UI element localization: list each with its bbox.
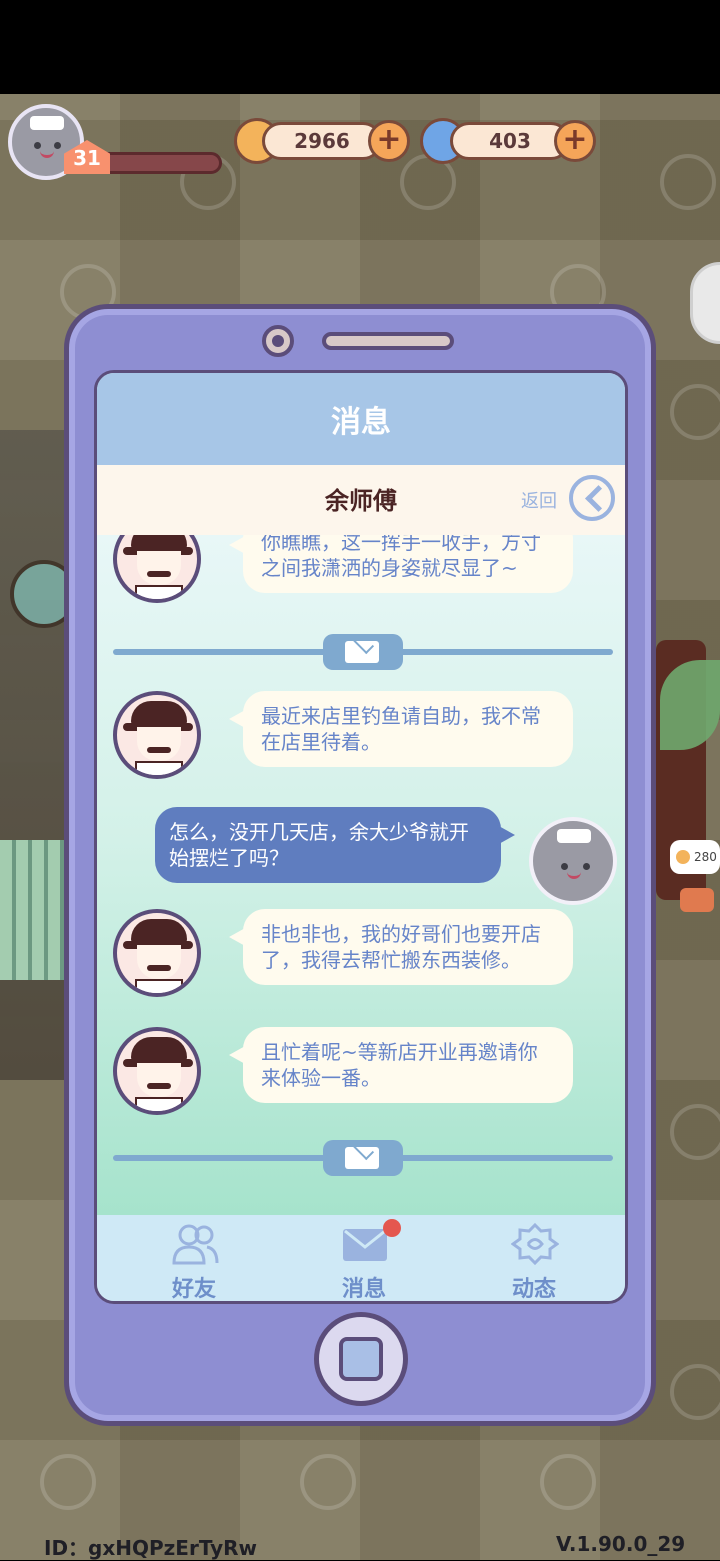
notification-badge [383, 1219, 401, 1237]
level-number: 31 [73, 146, 101, 170]
decor-sun [670, 1104, 720, 1160]
npc-avatar[interactable] [113, 909, 201, 997]
npc-avatar[interactable] [113, 691, 201, 779]
mail-icon [343, 1229, 387, 1261]
cat-mouth [40, 148, 54, 158]
chef-hat-icon [30, 116, 64, 130]
shop-scene-right[interactable]: 280 [650, 640, 720, 970]
message-bubble-npc: 且忙着呢~等新店开业再邀请你来体验一番。 [229, 1027, 573, 1103]
tab-messages[interactable]: 消息 [279, 1215, 449, 1302]
npc-avatar[interactable] [113, 535, 201, 603]
cat-eye [54, 142, 61, 149]
chat-area[interactable]: 你瞧瞧，这一挥手一收手，方寸之间我潇洒的身姿就尽显了~ 最近来店里钓鱼请自助，我… [97, 535, 625, 1215]
mailbox-icon[interactable] [680, 888, 714, 912]
chef-hat-icon [557, 829, 591, 843]
npc-collar [135, 585, 183, 599]
envelope-icon [345, 641, 379, 663]
decor-sun [40, 1454, 96, 1510]
coin-counter: 2966 [262, 122, 382, 160]
decor-sun [300, 1454, 356, 1510]
back-button[interactable] [569, 475, 615, 521]
message-bubble-npc: 非也非也，我的好哥们也要开店了，我得去帮忙搬东西装修。 [229, 909, 573, 985]
npc-face [137, 1063, 181, 1097]
message-bubble-player: 怎么，没开几天店，余大少爷就开始摆烂了吗？ [155, 807, 515, 883]
npc-mustache [147, 571, 171, 577]
phone-home-button[interactable] [314, 1312, 408, 1406]
tab-activity[interactable]: 动态 [449, 1215, 619, 1302]
npc-face [137, 551, 181, 585]
tab-label: 消息 [341, 1277, 386, 1302]
npc-collar [135, 979, 183, 993]
phone-speaker [322, 332, 454, 350]
decor-sun [670, 1364, 720, 1420]
player-chat-avatar[interactable] [529, 817, 617, 905]
tab-label: 好友 [171, 1277, 216, 1302]
envelope-icon [345, 1147, 379, 1169]
activity-icon [511, 1223, 559, 1265]
gem-counter: 403 [450, 122, 570, 160]
message-bubble-npc: 你瞧瞧，这一挥手一收手，方寸之间我潇洒的身姿就尽显了~ [229, 535, 573, 593]
tab-friends[interactable]: 好友 [109, 1215, 279, 1302]
npc-avatar[interactable] [113, 1027, 201, 1115]
plant-leaf [660, 660, 720, 750]
cat-mouth [567, 869, 581, 879]
add-gems-button[interactable]: + [554, 120, 596, 162]
npc-collar [135, 1097, 183, 1111]
divider-envelope [323, 634, 403, 670]
phone-camera [262, 325, 294, 357]
npc-mustache [147, 965, 171, 971]
decor-sun [670, 384, 720, 440]
decor-sun [660, 154, 716, 210]
player-id: ID：gxHQPzErTyRw [44, 1536, 258, 1560]
income-value: 280 [694, 850, 717, 864]
back-label[interactable]: 返回 [521, 487, 557, 513]
npc-face [137, 727, 181, 761]
phone-screen: 消息 余师傅 返回 你瞧瞧，这一挥手一收手，方寸之间我潇洒的身姿就尽显了~ 最近… [94, 370, 628, 1304]
divider-envelope [323, 1140, 403, 1176]
npc-collar [135, 761, 183, 775]
npc-face [137, 945, 181, 979]
cat-eye [583, 863, 590, 870]
npc-mustache [147, 747, 171, 753]
screen-title: 消息 [331, 405, 391, 440]
message-bubble-npc: 最近来店里钓鱼请自助，我不常在店里待着。 [229, 691, 573, 767]
home-square-icon [339, 1337, 383, 1381]
screen-header: 消息 [97, 373, 625, 465]
app-version: V.1.90.0_29 [556, 1532, 686, 1556]
coin-icon [676, 850, 690, 864]
friends-icon [172, 1224, 219, 1265]
bottom-tab-bar: 好友 消息 动态 [97, 1215, 625, 1302]
contact-bar: 余师傅 返回 [97, 465, 625, 535]
add-coins-button[interactable]: + [368, 120, 410, 162]
decor-sun [540, 1454, 596, 1510]
npc-mustache [147, 1083, 171, 1089]
gem-value: 403 [489, 129, 531, 153]
coin-value: 2966 [294, 129, 350, 153]
tab-label: 动态 [511, 1277, 556, 1302]
